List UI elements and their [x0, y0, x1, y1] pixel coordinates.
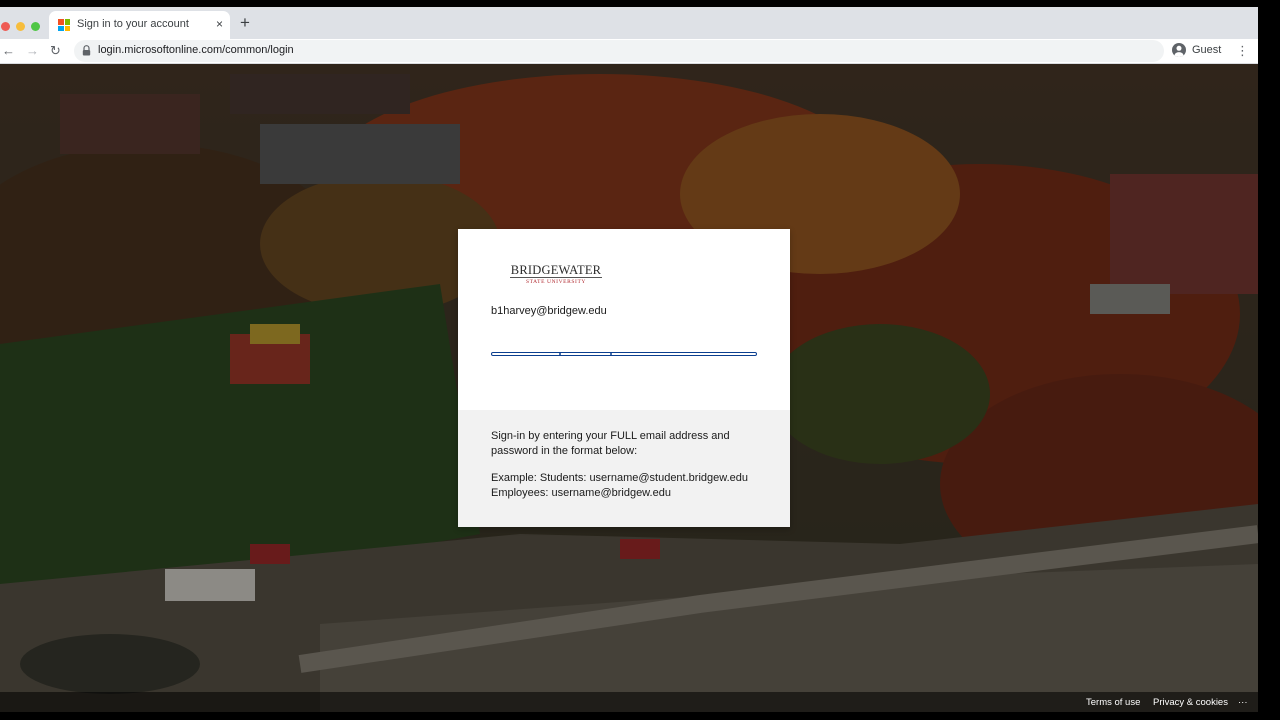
example-text: Example: Students: username@student.brid…	[491, 471, 781, 501]
logo-sub-text: STATE UNIVERSITY	[525, 279, 587, 285]
example-line-1: Example: Students: username@student.brid…	[491, 472, 748, 484]
loading-progress-bar	[491, 352, 757, 356]
tab-title: Sign in to your account	[77, 18, 189, 30]
login-page: BRIDGEWATER STATE UNIVERSITY b1harvey@br…	[0, 64, 1258, 712]
hint-text: Sign-in by entering your FULL email addr…	[491, 429, 771, 459]
browser-titlebar: Sign in to your account × +	[0, 7, 1258, 39]
url-text: login.microsoftonline.com/common/login	[98, 44, 294, 56]
tab-close-icon[interactable]: ×	[216, 16, 223, 32]
reload-icon[interactable]: ↻	[50, 42, 61, 60]
forward-icon[interactable]: →	[26, 42, 39, 60]
terms-of-use-link[interactable]: Terms of use	[1086, 697, 1140, 708]
bridgewater-logo: BRIDGEWATER STATE UNIVERSITY	[510, 263, 602, 289]
browser-menu-icon[interactable]: ⋮	[1236, 42, 1249, 60]
avatar-icon	[1172, 43, 1186, 57]
hint-line-2: password in the format below:	[491, 445, 638, 457]
progress-dot	[610, 353, 612, 355]
screen: Sign in to your account × + ← → ↻ login.…	[0, 0, 1258, 720]
back-icon[interactable]: ←	[2, 42, 15, 60]
lock-icon	[82, 45, 91, 56]
browser-toolbar: ← → ↻ login.microsoftonline.com/common/l…	[0, 39, 1258, 64]
browser-tab[interactable]: Sign in to your account ×	[49, 11, 230, 39]
sign-in-instructions: Sign-in by entering your FULL email addr…	[458, 410, 790, 527]
address-bar[interactable]: login.microsoftonline.com/common/login	[74, 40, 1164, 62]
maximize-window-button[interactable]	[31, 22, 40, 31]
more-options-icon[interactable]: ···	[1238, 697, 1248, 708]
hint-line-1: Sign-in by entering your FULL email addr…	[491, 430, 730, 442]
new-tab-button[interactable]: +	[240, 14, 250, 31]
page-footer: Terms of use Privacy & cookies ···	[0, 692, 1258, 712]
privacy-cookies-link[interactable]: Privacy & cookies	[1153, 697, 1228, 708]
sign-in-card: BRIDGEWATER STATE UNIVERSITY b1harvey@br…	[458, 229, 790, 527]
close-window-button[interactable]	[1, 22, 10, 31]
profile-label: Guest	[1192, 44, 1222, 56]
user-identity: b1harvey@bridgew.edu	[491, 305, 607, 317]
microsoft-logo-icon	[58, 19, 70, 31]
progress-dot	[559, 353, 561, 355]
logo-main-text: BRIDGEWATER	[510, 263, 602, 278]
minimize-window-button[interactable]	[16, 22, 25, 31]
example-line-2: Employees: username@bridgew.edu	[491, 487, 671, 499]
